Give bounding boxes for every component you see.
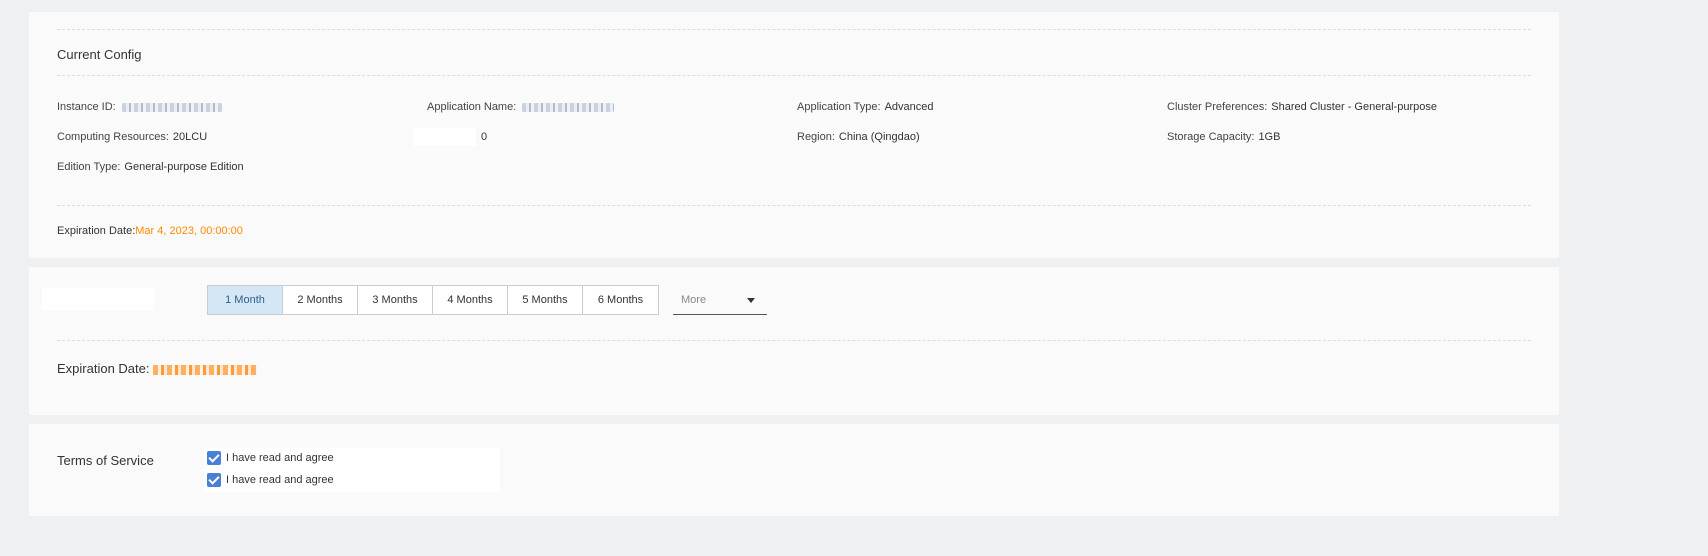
divider (57, 29, 1531, 30)
tab-1-month[interactable]: 1 Month (208, 286, 283, 314)
current-config-panel: Current Config Instance ID: Application … (29, 12, 1559, 258)
masked-duration-label (42, 288, 154, 310)
redacted-application-name (522, 102, 615, 112)
checkbox-checked-icon[interactable] (207, 473, 221, 487)
field-label: Region: (797, 131, 835, 143)
field-edition-type: Edition Type: General-purpose Edition (57, 161, 244, 173)
current-config-title: Current Config (57, 47, 142, 62)
tab-4-months[interactable]: 4 Months (433, 286, 508, 314)
checkbox-checked-icon[interactable] (207, 451, 221, 465)
more-select-placeholder: More (681, 294, 707, 306)
more-durations-select[interactable]: More (673, 285, 767, 315)
field-instance-id: Instance ID: (57, 101, 222, 113)
terms-agreement-1[interactable]: I have read and agree (207, 451, 334, 465)
field-unlabeled-value: 0 (481, 131, 487, 143)
redacted-instance-id (121, 102, 222, 112)
field-value: General-purpose Edition (124, 161, 244, 173)
field-application-type: Application Type: Advanced (797, 101, 934, 113)
field-label: Instance ID: (57, 101, 116, 113)
divider (57, 75, 1531, 76)
field-value: 20LCU (172, 131, 208, 143)
expiration-label: Expiration Date: (57, 361, 150, 376)
field-storage-capacity: Storage Capacity: 1GB (1167, 131, 1280, 143)
field-label: Computing Resources: (57, 131, 169, 143)
new-expiration-date: Expiration Date: (57, 361, 257, 376)
field-value: Advanced (884, 101, 934, 113)
masked-label (414, 128, 476, 146)
redacted-expiration-value (152, 364, 257, 375)
field-value: 0 (481, 131, 488, 143)
expiration-value: Mar 4, 2023, 00:00:00 (135, 225, 243, 237)
field-label: Edition Type: (57, 161, 121, 173)
divider (57, 340, 1531, 341)
tab-2-months[interactable]: 2 Months (283, 286, 358, 314)
chevron-down-icon (747, 298, 755, 303)
field-label: Application Name: (427, 101, 517, 113)
agreement-label: I have read and agree (226, 474, 334, 486)
tab-5-months[interactable]: 5 Months (508, 286, 583, 314)
tab-3-months[interactable]: 3 Months (358, 286, 433, 314)
field-cluster-preferences: Cluster Preferences: Shared Cluster - Gen… (1167, 101, 1437, 113)
field-application-name: Application Name: (427, 101, 615, 113)
tab-6-months[interactable]: 6 Months (583, 286, 658, 314)
field-label: Storage Capacity: (1167, 131, 1255, 143)
divider (57, 205, 1531, 206)
field-label: Application Type: (797, 101, 881, 113)
terms-title: Terms of Service (57, 453, 154, 468)
expiration-label: Expiration Date: (57, 225, 136, 237)
field-label: Cluster Preferences: (1167, 101, 1268, 113)
agreement-label: I have read and agree (226, 452, 334, 464)
duration-panel: 1 Month 2 Months 3 Months 4 Months 5 Mon… (29, 267, 1559, 415)
field-computing-resources: Computing Resources: 20LCU (57, 131, 207, 143)
terms-agreement-2[interactable]: I have read and agree (207, 473, 334, 487)
field-value: Shared Cluster - General-purpose (1271, 101, 1437, 113)
field-value: China (Qingdao) (838, 131, 920, 143)
field-region: Region: China (Qingdao) (797, 131, 920, 143)
current-expiration-date: Expiration Date:Mar 4, 2023, 00:00:00 (57, 225, 243, 237)
terms-panel: Terms of Service I have read and agree I… (29, 424, 1559, 516)
field-value: 1GB (1258, 131, 1281, 143)
duration-tabs: 1 Month 2 Months 3 Months 4 Months 5 Mon… (207, 285, 659, 315)
